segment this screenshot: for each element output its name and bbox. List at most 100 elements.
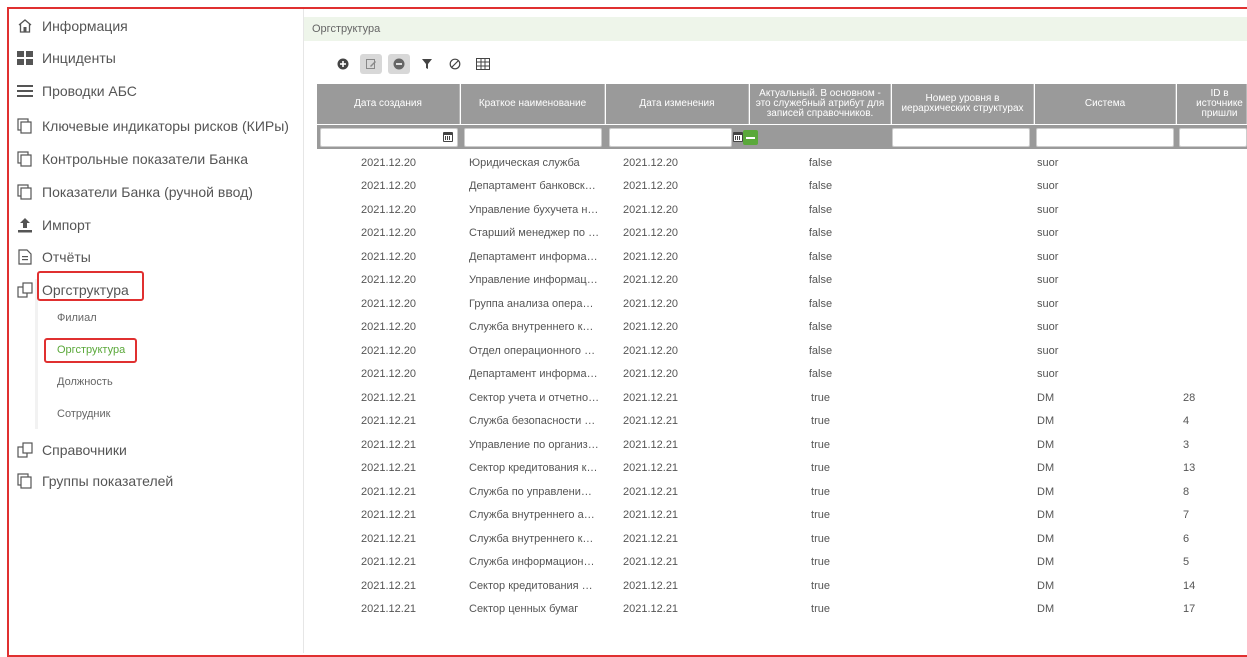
table-row[interactable]: 2021.12.20 Юридическая служба 2021.12.20 fa… <box>317 151 1247 174</box>
column-header[interactable]: ID в источнике пришли <box>1177 84 1247 124</box>
filter-input[interactable] <box>892 128 1030 147</box>
table-cell <box>892 551 1034 574</box>
table-row[interactable]: 2021.12.21 Служба информацион… 2021.12.21 t… <box>317 551 1247 574</box>
sidebar-item-abs[interactable]: Проводки АБС <box>16 77 137 105</box>
table-cell <box>892 339 1034 362</box>
table-cell: 14 <box>1183 579 1196 592</box>
sidebar-item-manual[interactable]: Показатели Банка (ручной ввод) <box>16 178 253 206</box>
table-cell <box>892 457 1034 480</box>
table-row[interactable]: 2021.12.20 Департамент информа… 2021.12.20… <box>317 245 1247 268</box>
table-cell <box>1183 292 1243 315</box>
checkbox-filter[interactable] <box>743 130 758 145</box>
table-row[interactable]: 2021.12.21 Служба безопасности … 2021.12.2… <box>317 410 1247 433</box>
table-cell <box>1183 339 1243 362</box>
edit-icon[interactable] <box>360 54 382 74</box>
table-row[interactable]: 2021.12.20 Департамент информа… 2021.12.20… <box>317 363 1247 386</box>
table-cell: 4 <box>1183 415 1190 427</box>
column-header[interactable]: Система <box>1035 84 1176 124</box>
table-row[interactable]: 2021.12.21 Служба внутреннего к… 2021.12.2… <box>317 527 1247 550</box>
add-icon[interactable] <box>332 54 354 74</box>
table-row[interactable]: 2021.12.20 Департамент банковск… 2021.12.2… <box>317 175 1247 198</box>
table-row[interactable]: 2021.12.20 Отдел операционного … 2021.12.2… <box>317 339 1247 362</box>
table-row[interactable]: 2021.12.21 Сектор кредитования к… 2021.12.… <box>317 457 1247 480</box>
table-cell: 2021.12.20 <box>361 250 417 263</box>
column-header-label: Актуальный. В основном - это служебный а… <box>755 88 885 119</box>
table-cell: Служба внутреннего к… <box>469 321 594 333</box>
filter-input[interactable] <box>464 128 602 147</box>
table-cell: false <box>808 368 833 380</box>
filter-icon[interactable] <box>416 54 438 74</box>
table-cell: Служба информацион… <box>469 556 595 568</box>
submenu-item-employee[interactable]: Сотрудник <box>57 404 110 424</box>
sidebar-item-kir[interactable]: Ключевые индикаторы рисков (КИРы) <box>16 112 289 140</box>
table-cell: suor <box>1037 344 1059 357</box>
submenu-bar <box>35 279 38 429</box>
table-row[interactable]: 2021.12.20 Старший менеджер по … 2021.12.2… <box>317 222 1247 245</box>
filter-input[interactable] <box>609 128 732 147</box>
table-row[interactable]: 2021.12.21 Служба по управлени… 2021.12.21… <box>317 480 1247 503</box>
table-cell: 2021.12.21 <box>361 438 417 451</box>
table-cell: suor <box>1037 297 1059 310</box>
sidebar-item-control[interactable]: Контрольные показатели Банка <box>16 145 248 173</box>
table-row[interactable]: 2021.12.20 Служба внутреннего к… 2021.12.2… <box>317 316 1247 339</box>
table-cell <box>1183 151 1243 174</box>
table-row[interactable]: 2021.12.21 Управление по организ… 2021.12.… <box>317 433 1247 456</box>
table-cell: 2021.12.20 <box>623 274 679 286</box>
sidebar-item-groups[interactable]: Группы показателей <box>16 467 173 495</box>
table-cell: Служба по управлени… <box>469 485 592 498</box>
table-cell: 2021.12.21 <box>361 462 417 474</box>
calendar-icon[interactable] <box>733 132 743 142</box>
highlight-box <box>37 271 144 301</box>
sidebar-item-import[interactable]: Импорт <box>16 211 91 239</box>
table-cell <box>892 363 1034 386</box>
table-cell: suor <box>1037 156 1059 169</box>
table-cell: false <box>808 297 833 310</box>
table-cell <box>892 386 1034 409</box>
filter-input[interactable] <box>1179 128 1247 147</box>
table-cell <box>1183 222 1243 245</box>
table-cell: 2021.12.20 <box>623 368 679 380</box>
submenu-label: Филиал <box>57 312 97 324</box>
table-cell: 2021.12.20 <box>361 156 417 169</box>
table-cell: DM <box>1037 485 1055 498</box>
table-cell <box>892 151 1034 174</box>
table-cell <box>892 527 1034 550</box>
column-header[interactable]: Краткое наименование <box>461 84 605 124</box>
column-header[interactable]: Актуальный. В основном - это служебный а… <box>750 84 891 124</box>
filter-input[interactable] <box>1036 128 1174 147</box>
clear-filter-icon[interactable] <box>444 54 466 74</box>
table-cell: 2021.12.20 <box>623 250 679 263</box>
breadcrumb-label: Оргструктура <box>312 23 381 35</box>
column-header[interactable]: Номер уровня в иерархических структурах <box>892 84 1034 124</box>
submenu-item-branch[interactable]: Филиал <box>57 308 97 328</box>
column-header[interactable]: Дата изменения <box>606 84 749 124</box>
table-row[interactable]: 2021.12.20 Группа анализа опера… 2021.12.2… <box>317 292 1247 315</box>
table-row[interactable]: 2021.12.21 Сектор ценных бумаг 2021.12.21 t… <box>317 598 1247 621</box>
sidebar-item-directories[interactable]: Справочники <box>16 436 127 464</box>
submenu-item-position[interactable]: Должность <box>57 372 113 392</box>
table-cell: 28 <box>1183 391 1196 404</box>
table-cell: suor <box>1037 180 1059 192</box>
table-cell: true <box>811 462 830 474</box>
remove-icon[interactable] <box>388 54 410 74</box>
table-row[interactable]: 2021.12.20 Управление информац… 2021.12.20… <box>317 269 1247 292</box>
column-header[interactable]: Дата создания <box>317 84 460 124</box>
sidebar-item-incidents[interactable]: Инциденты <box>16 44 116 72</box>
filter-input[interactable] <box>320 128 458 147</box>
table-row[interactable]: 2021.12.21 Служба внутреннего а… 2021.12.2… <box>317 504 1247 527</box>
table-cell: Сектор учета и отчетно… <box>469 391 600 404</box>
table-cell: 2021.12.21 <box>623 509 679 521</box>
columns-icon[interactable] <box>472 54 494 74</box>
table-row[interactable]: 2021.12.20 Управление бухучета н… 2021.12.… <box>317 198 1247 221</box>
table-row[interactable]: 2021.12.21 Сектор кредитования … 2021.12.2… <box>317 574 1247 597</box>
table-cell: Отдел операционного … <box>469 344 596 357</box>
submenu-label: Должность <box>57 376 113 388</box>
sidebar-item-reports[interactable]: Отчёты <box>16 243 91 271</box>
calendar-icon[interactable] <box>443 132 453 142</box>
table-row[interactable]: 2021.12.21 Сектор учета и отчетно… 2021.12… <box>317 386 1247 409</box>
sidebar-item-info[interactable]: Информация <box>16 12 128 40</box>
table-cell: 2021.12.21 <box>623 391 679 404</box>
table-cell: 2021.12.20 <box>623 180 679 192</box>
table-cell: 2021.12.20 <box>361 344 417 357</box>
table-cell <box>1183 245 1243 268</box>
